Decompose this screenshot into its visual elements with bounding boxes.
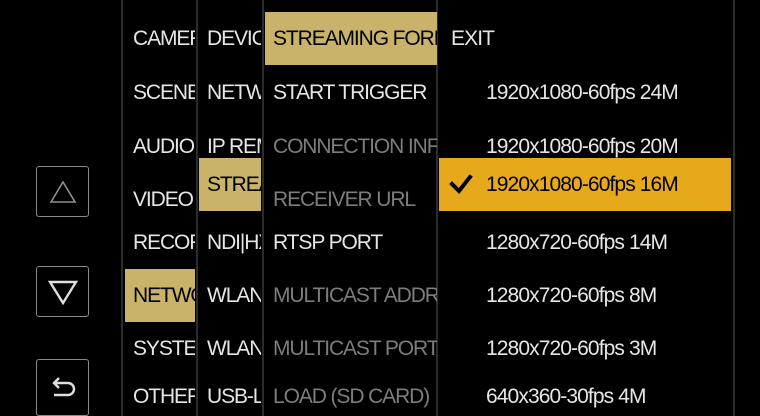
menu-item-others[interactable]: OTHERS [125,370,195,416]
up-button[interactable] [36,166,89,217]
menu-item-camera[interactable]: CAMERA [125,12,195,65]
menu-item-system[interactable]: SYSTEM [125,322,195,375]
divider [121,0,123,416]
submenu-item-ndi-hx[interactable]: NDI|HX [199,216,261,269]
format-option-label: 1920x1080-60fps 16M [486,172,679,196]
format-option[interactable]: 1920x1080-60fps 24M [439,66,731,119]
menu-item-network[interactable]: NETWORK [125,269,195,322]
return-arrow-icon [51,376,75,396]
item-rtsp-port[interactable]: RTSP PORT [265,216,437,269]
main-menu-column: CAMERA SCENE AUDIO VIDEO OUT RECORDING N… [125,0,195,416]
format-option[interactable]: 1280x720-60fps 8M [439,269,731,322]
exit-item[interactable]: EXIT [439,12,731,65]
down-button[interactable] [36,266,89,317]
item-multicast-address[interactable]: MULTICAST ADDRESS [265,269,437,322]
menu-item-recording[interactable]: RECORDING [125,216,195,269]
submenu-item-wlan[interactable]: WLAN [199,269,261,322]
submenu-item-device[interactable]: DEVICE [199,12,261,65]
item-load-sd-card[interactable]: LOAD (SD CARD) [265,370,437,416]
submenu-item-usb-lan[interactable]: USB-LAN [199,370,261,416]
network-submenu-column: DEVICE NETWORK IP REMOTE STREAMING NDI|H… [199,0,261,416]
streaming-submenu-column: STREAMING FORMAT START TRIGGER CONNECTIO… [265,0,437,416]
submenu-item-streaming[interactable]: STREAMING [199,158,261,211]
submenu-item-network[interactable]: NETWORK [199,66,261,119]
divider [262,0,264,416]
camera-menu-screen: CAMERA SCENE AUDIO VIDEO OUT RECORDING N… [0,0,760,416]
streaming-format-options-column: EXIT 1920x1080-60fps 24M 1920x1080-60fps… [439,0,731,416]
item-connection-info[interactable]: CONNECTION INFO [265,120,437,173]
item-start-trigger[interactable]: START TRIGGER [265,66,437,119]
menu-item-scene[interactable]: SCENE [125,66,195,119]
divider [733,0,735,416]
menu-item-audio[interactable]: AUDIO [125,120,195,173]
format-option[interactable]: 1280x720-60fps 3M [439,322,731,375]
item-streaming-format[interactable]: STREAMING FORMAT [265,12,437,65]
item-multicast-port[interactable]: MULTICAST PORT [265,322,437,375]
triangle-down-icon [47,280,78,305]
format-option[interactable]: 1280x720-60fps 14M [439,216,731,269]
divider [196,0,198,416]
format-option[interactable]: 640x360-30fps 4M [439,370,731,416]
submenu-item-wlan[interactable]: WLAN [199,322,261,375]
back-button[interactable] [36,359,89,416]
triangle-up-icon [49,179,76,203]
format-option-selected[interactable]: 1920x1080-60fps 16M [439,158,731,211]
checkmark-icon [449,174,473,195]
